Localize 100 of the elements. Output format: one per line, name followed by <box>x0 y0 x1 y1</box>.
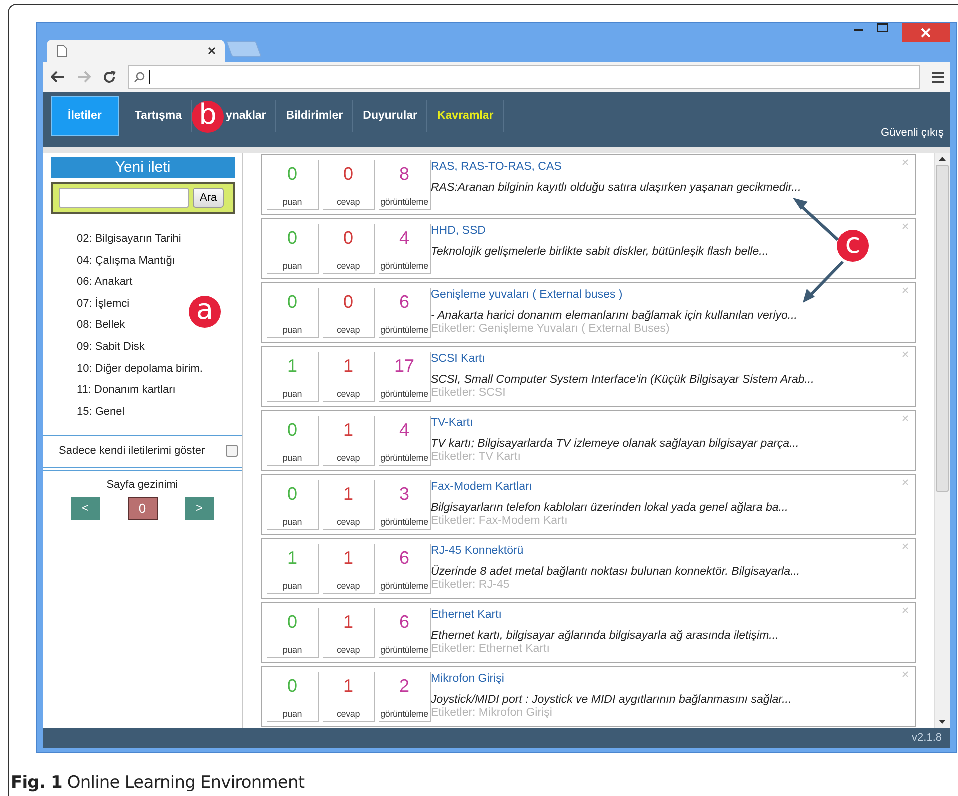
category-link[interactable]: 06: Anakart <box>77 275 133 290</box>
post-summary: SCSI, Small Computer System Interface'in (Küçük Bilgisayar Sistem Arab... <box>431 373 814 387</box>
count: 0 <box>287 164 298 184</box>
count: 0 <box>287 612 298 632</box>
category-link[interactable]: 08: Bellek <box>77 318 126 332</box>
post-title-link[interactable]: SCSI Kartı <box>431 352 486 366</box>
count: 6 <box>399 612 410 632</box>
count-label: puan <box>282 581 302 591</box>
down-arrow-icon <box>939 720 946 724</box>
count-label: cevap <box>336 645 360 655</box>
category-link[interactable]: 02: Bilgisayarın Tarihi <box>77 232 182 246</box>
post-summary: Ethernet kartı, bilgisayar ağlarında bilgisayarla ağ arasında iletişim... <box>431 629 779 643</box>
count-label: cevap <box>336 325 360 335</box>
count-label: görüntüleme <box>380 453 428 463</box>
new-tab-button[interactable] <box>226 41 262 57</box>
reload-icon[interactable] <box>103 70 116 84</box>
post-tags: Etiketler: Ethernet Kartı <box>431 643 550 656</box>
count-label: cevap <box>336 197 360 207</box>
count: 0 <box>287 676 298 696</box>
post-summary: - Anakarta harici donanım elemanlarını bağlamak için kullanılan veriyo... <box>431 309 798 323</box>
count: 1 <box>343 356 354 376</box>
checkbox-label: Sadece kendi iletilerimi göster <box>59 445 206 458</box>
count-label: puan <box>282 709 302 719</box>
logout-link[interactable]: Güvenli çıkış <box>881 127 944 139</box>
forward-arrow-icon[interactable] <box>77 71 91 83</box>
back-arrow-icon[interactable] <box>51 71 65 83</box>
count-label: puan <box>282 453 302 463</box>
figure-caption: Fig. 1 Online Learning Environment <box>11 773 305 793</box>
post-tags: Etiketler: SCSI <box>431 387 506 400</box>
count: 0 <box>287 420 298 440</box>
count: 3 <box>399 484 410 504</box>
count-label: puan <box>282 389 302 399</box>
count: 1 <box>343 612 354 632</box>
scrollbar[interactable] <box>934 153 950 728</box>
close-icon <box>921 28 931 38</box>
checkbox[interactable] <box>226 445 238 458</box>
menu-icon[interactable] <box>932 72 944 82</box>
count: 2 <box>399 676 410 696</box>
category-link[interactable]: 10: Diğer depolama birim. <box>77 362 203 376</box>
nav-tab[interactable]: Duyurular <box>353 96 428 136</box>
post-summary: Teknolojik gelişmelerle birlikte sabit diskler, bütünleşik flash belle... <box>431 245 769 259</box>
address-field[interactable] <box>128 65 920 89</box>
post-title-link[interactable]: Mikrofon Girişi <box>431 672 504 686</box>
search-icon <box>134 72 145 82</box>
page-icon <box>57 45 67 57</box>
count-label: görüntüleme <box>380 581 428 591</box>
post-summary: Üzerinde 8 adet metal bağlantı noktası bulunan konnektör. Bilgisayarla... <box>431 565 800 579</box>
post-summary: RAS:Aranan bilginin kayıtlı olduğu satıra ulaşırken yaşanan gecikmedir... <box>431 181 802 195</box>
count-label: görüntüleme <box>380 197 428 207</box>
post-tags: Etiketler: Fax-Modem Kartı <box>431 515 568 528</box>
count: 1 <box>343 548 354 568</box>
count-label: puan <box>282 261 302 271</box>
count-label: görüntüleme <box>380 709 428 719</box>
pagination-title: Sayfa gezinimi <box>106 478 180 491</box>
count: 1 <box>343 420 354 440</box>
category-link[interactable]: 07: İşlemci <box>77 296 130 311</box>
post-title-link[interactable]: Fax-Modem Kartları <box>431 480 533 494</box>
scrollbar-thumb[interactable] <box>936 165 950 492</box>
post-summary: Joystick/MIDI port : Joystick ve MIDI aygıtlarının bağlanmasını sağlar... <box>431 693 792 707</box>
category-link[interactable]: 11: Donanım kartları <box>77 383 176 398</box>
nav-tab[interactable]: Bildirimler <box>276 96 354 136</box>
post-tags: Etiketler: Genişleme Yuvaları ( External Buses) <box>431 323 670 336</box>
post-title-link[interactable]: RAS, RAS-TO-RAS, CAS <box>431 160 562 174</box>
count: 17 <box>394 356 415 376</box>
count-label: görüntüleme <box>380 261 428 271</box>
post-title-link[interactable]: RJ-45 Konnektörü <box>431 544 524 558</box>
post-tags: Etiketler: RJ-45 <box>431 579 510 592</box>
count-label: puan <box>282 645 302 655</box>
count: 0 <box>287 228 298 248</box>
category-link[interactable]: 04: Çalışma Mantığı <box>77 254 176 268</box>
count-label: görüntüleme <box>380 325 428 335</box>
post-title-link[interactable]: Genişleme yuvaları ( External buses ) <box>431 288 623 302</box>
post-title-link[interactable]: Ethernet Kartı <box>431 608 502 622</box>
close-icon[interactable] <box>208 47 216 55</box>
count-label: görüntüleme <box>380 517 428 527</box>
new-post-button[interactable]: Yeni ileti <box>51 157 235 178</box>
count: 0 <box>343 292 354 312</box>
category-link[interactable]: 15: Genel <box>77 404 125 419</box>
count-label: puan <box>282 197 302 207</box>
count-label: görüntüleme <box>380 389 428 399</box>
search-field[interactable] <box>59 188 189 208</box>
up-arrow-icon <box>939 157 946 161</box>
nav-tab[interactable]: Kavramlar <box>427 96 504 136</box>
post-title-link[interactable]: HHD, SSD <box>431 224 486 238</box>
count: 1 <box>287 548 298 568</box>
count: 0 <box>343 164 354 184</box>
nav-tab[interactable]: ynaklar <box>226 96 276 136</box>
count-label: cevap <box>336 517 360 527</box>
count: 8 <box>399 164 410 184</box>
post-summary: Bilgisayarların telefon kabloları üzerinden lokal yada genel ağlara ba... <box>431 501 788 515</box>
maximize-icon[interactable] <box>877 23 888 32</box>
count: 4 <box>399 420 410 440</box>
nav-tab[interactable]: Tartışma <box>124 96 192 136</box>
annotation-arrow <box>793 198 840 242</box>
search-button[interactable]: Ara <box>193 188 224 208</box>
post-title-link[interactable]: TV-Kartı <box>431 416 474 430</box>
close-button[interactable] <box>902 23 950 42</box>
previous-page-button[interactable]: < <box>71 496 100 520</box>
next-page-button[interactable]: > <box>185 496 214 520</box>
category-link[interactable]: 09: Sabit Disk <box>77 340 145 354</box>
